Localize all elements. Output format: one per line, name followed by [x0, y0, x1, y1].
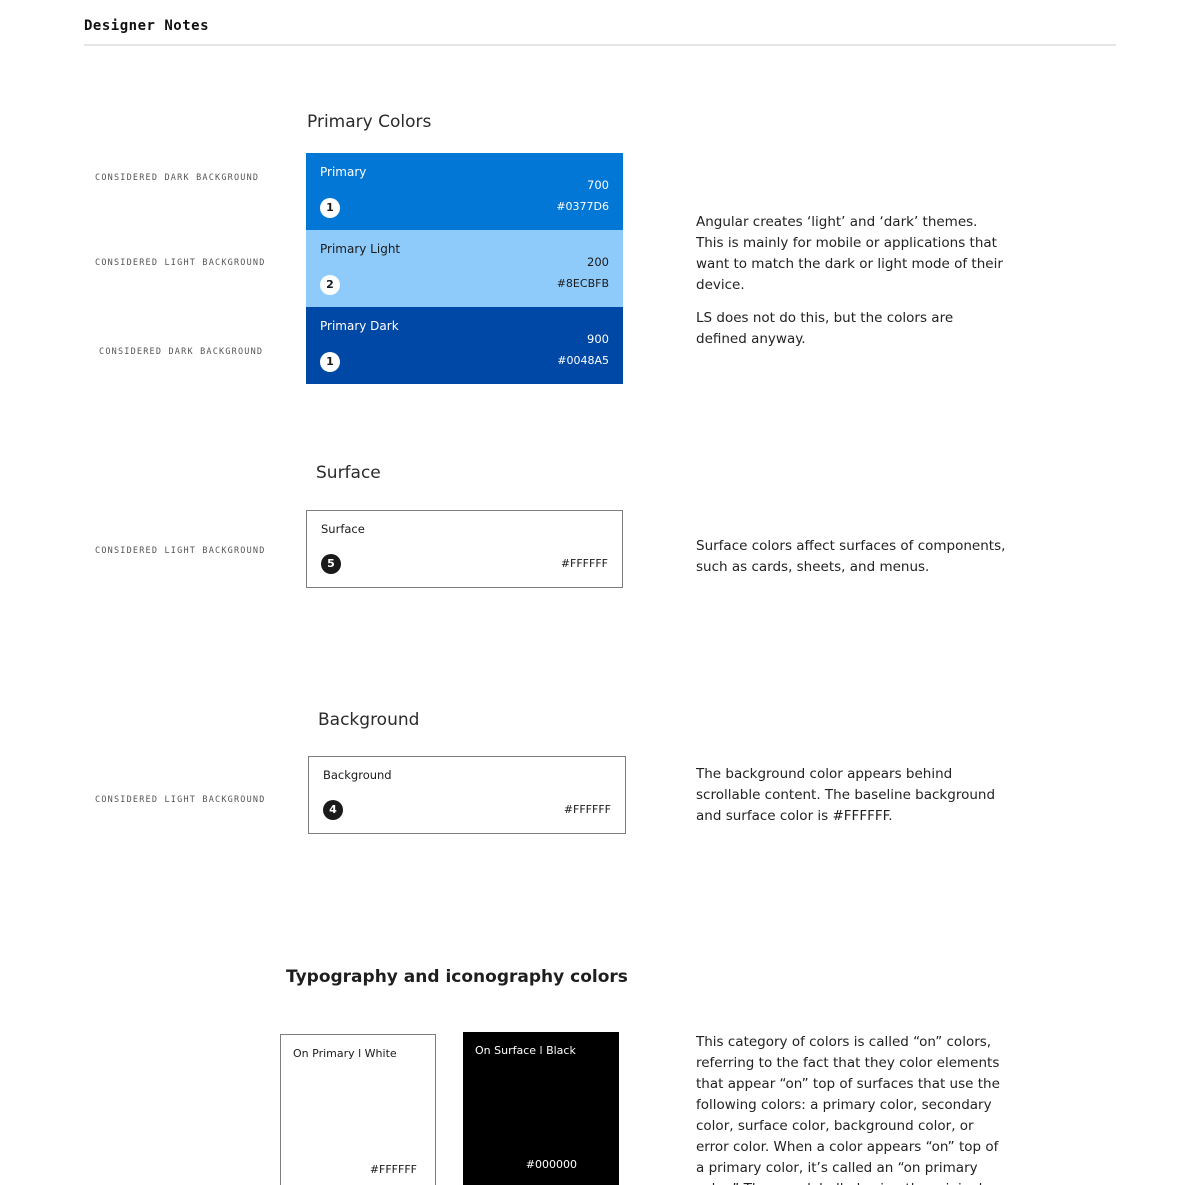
swatch-name: Surface: [321, 522, 365, 536]
swatch-badge: 1: [320, 198, 340, 218]
page-header: Designer Notes: [84, 18, 1116, 46]
primary-swatch-label: CONSIDERED DARK BACKGROUND: [95, 173, 260, 183]
background-swatch: Background #FFFFFF 4: [308, 756, 626, 834]
swatch-shade: 200: [587, 255, 609, 269]
swatch-hex: #0048A5: [557, 354, 609, 367]
surface-title: Surface: [316, 463, 381, 483]
primary-light-swatch-label: CONSIDERED LIGHT BACKGROUND: [95, 258, 266, 268]
swatch-name: Primary Dark: [320, 319, 399, 333]
primary-light-swatch: Primary Light 200 #8ECBFB 2: [306, 230, 623, 307]
surface-note: Surface colors affect surfaces of compon…: [696, 538, 1006, 575]
primary-colors-title: Primary Colors: [307, 112, 432, 132]
background-title: Background: [318, 710, 420, 730]
swatch-hex: #0377D6: [556, 200, 609, 213]
swatch-hex: #FFFFFF: [563, 803, 611, 816]
card-hex: #FFFFFF: [369, 1163, 417, 1176]
swatch-name: Primary: [320, 165, 367, 179]
primary-dark-swatch: Primary Dark 900 #0048A5 1: [306, 307, 623, 384]
primary-colors-note: Angular creates ‘light’ and ‘dark’ theme…: [696, 212, 1006, 350]
typography-title: Typography and iconography colors: [286, 967, 628, 987]
surface-swatch: Surface #FFFFFF 5: [306, 510, 623, 588]
card-name: On Primary l White: [293, 1047, 397, 1060]
typography-note: This category of colors is called “on” c…: [696, 1034, 1000, 1185]
background-swatch-label: CONSIDERED LIGHT BACKGROUND: [95, 795, 266, 805]
primary-swatch: Primary 700 #0377D6 1: [306, 153, 623, 230]
swatch-badge: 2: [320, 275, 340, 295]
note-paragraph: LS does not do this, but the colors are …: [696, 310, 954, 347]
background-note: The background color appears behind scro…: [696, 766, 996, 824]
on-primary-card: On Primary l White #FFFFFF: [280, 1034, 436, 1185]
swatch-shade: 900: [587, 332, 609, 346]
note-paragraph: Angular creates ‘light’ and ‘dark’ theme…: [696, 214, 1003, 293]
swatch-hex: #FFFFFF: [560, 557, 608, 570]
swatch-badge: 5: [321, 554, 341, 574]
swatch-hex: #8ECBFB: [556, 277, 609, 290]
swatch-name: Primary Light: [320, 242, 401, 256]
swatch-badge: 4: [323, 800, 343, 820]
card-name: On Surface l Black: [475, 1044, 576, 1057]
swatch-shade: 700: [587, 178, 609, 192]
on-surface-card: On Surface l Black #000000: [463, 1032, 619, 1185]
swatch-badge: 1: [320, 352, 340, 372]
swatch-name: Background: [323, 768, 392, 782]
surface-swatch-label: CONSIDERED LIGHT BACKGROUND: [95, 546, 266, 556]
card-hex: #000000: [525, 1158, 577, 1171]
page-title: Designer Notes: [84, 18, 210, 34]
primary-dark-swatch-label: CONSIDERED DARK BACKGROUND: [99, 347, 264, 357]
